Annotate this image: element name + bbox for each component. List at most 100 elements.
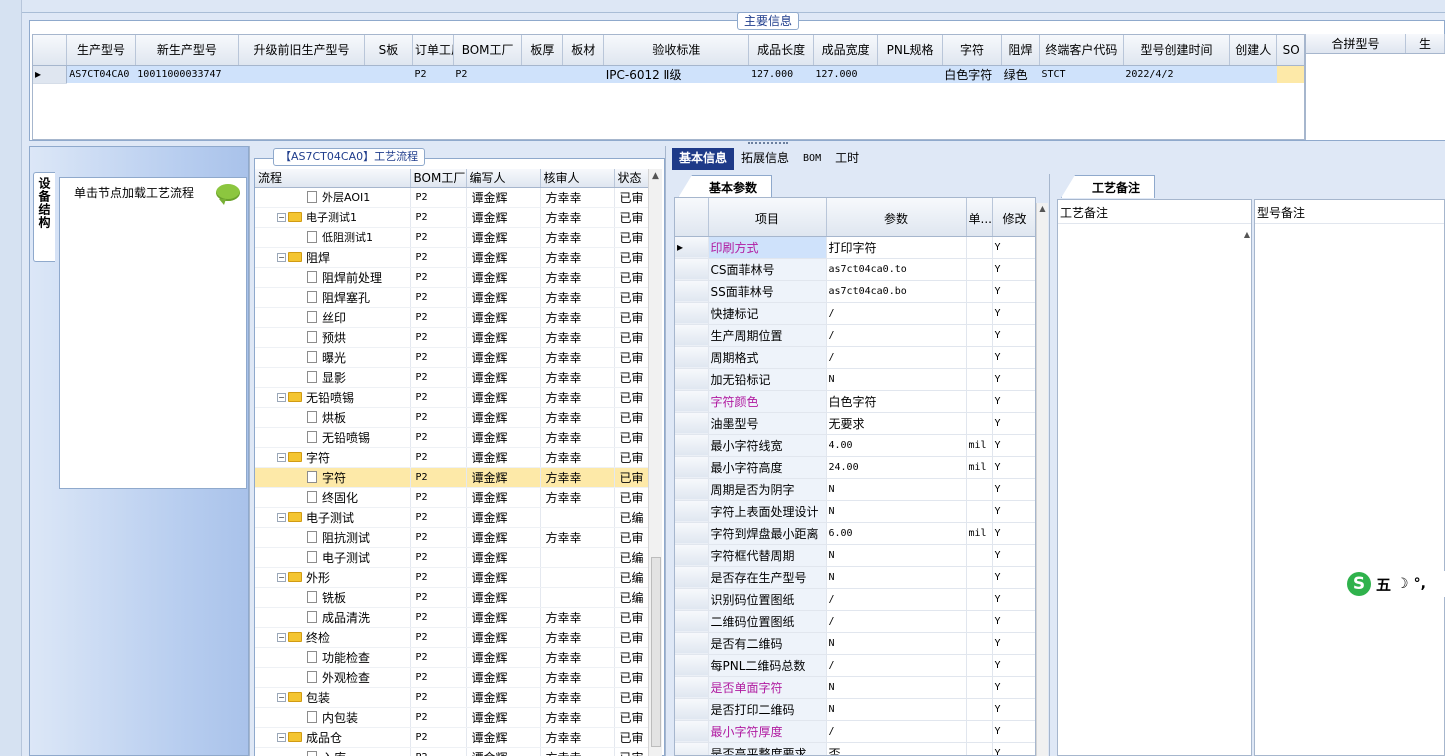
- collapse-toggle-icon[interactable]: −: [277, 632, 286, 642]
- flow-row[interactable]: 成品清洗 P2 谭金辉 方幸幸 已审: [255, 607, 648, 628]
- param-row[interactable]: 二维码位置图纸 / Y: [675, 610, 1035, 633]
- device-tree-area[interactable]: 单击节点加载工艺流程: [59, 177, 247, 489]
- param-value[interactable]: /: [826, 720, 967, 743]
- param-modify-flag[interactable]: Y: [992, 368, 1035, 391]
- param-value[interactable]: /: [826, 324, 967, 347]
- flow-row[interactable]: 字符 P2 谭金辉 方幸幸 已审: [255, 467, 648, 488]
- row-header[interactable]: [675, 280, 709, 303]
- main-col-header[interactable]: 字符: [942, 35, 1003, 66]
- row-header[interactable]: [675, 346, 709, 369]
- param-value[interactable]: 白色字符: [826, 390, 967, 413]
- main-col-header[interactable]: 板厚: [521, 35, 564, 66]
- main-col-header[interactable]: PNL规格: [877, 35, 943, 66]
- param-row[interactable]: ▸ 印刷方式 打印字符 Y: [675, 236, 1035, 259]
- params-col-header[interactable]: 参数: [826, 198, 967, 237]
- merge-col-header[interactable]: 合拼型号: [1306, 34, 1406, 53]
- main-cell[interactable]: [877, 65, 943, 83]
- main-cell[interactable]: STCT: [1039, 65, 1124, 83]
- flow-row[interactable]: 显影 P2 谭金辉 方幸幸 已审: [255, 367, 648, 388]
- row-header[interactable]: [675, 720, 709, 743]
- flow-row[interactable]: − 电子测试1 P2 谭金辉 方幸幸 已审: [255, 207, 648, 228]
- param-modify-flag[interactable]: Y: [992, 500, 1035, 523]
- param-modify-flag[interactable]: Y: [992, 544, 1035, 567]
- param-value[interactable]: 6.00: [826, 522, 967, 545]
- main-cell[interactable]: 白色字符: [942, 65, 1002, 83]
- device-structure-tab[interactable]: 设备结构: [33, 172, 55, 262]
- row-header[interactable]: [675, 500, 709, 523]
- flow-row[interactable]: − 终检 P2 谭金辉 方幸幸 已审: [255, 627, 648, 648]
- param-modify-flag[interactable]: Y: [992, 654, 1035, 677]
- collapse-toggle-icon[interactable]: −: [277, 212, 286, 222]
- main-cell[interactable]: AS7CT04CA0: [66, 65, 136, 83]
- punctuation-mode-label[interactable]: °,: [1414, 576, 1426, 592]
- flow-col-header[interactable]: 状态: [614, 169, 648, 188]
- process-flow-grid[interactable]: 流程 BOM工厂 编写人 核审人 状态 外层AOI1 P2 谭金辉 方幸幸 已审 − 电子测试1 P2…: [255, 169, 648, 756]
- flow-row[interactable]: 阻焊塞孔 P2 谭金辉 方幸幸 已审: [255, 287, 648, 308]
- param-value[interactable]: 4.00: [826, 434, 967, 457]
- param-modify-flag[interactable]: Y: [992, 632, 1035, 655]
- params-col-header[interactable]: 修改: [992, 198, 1035, 237]
- flow-row[interactable]: − 电子测试 P2 谭金辉 已编: [255, 507, 648, 528]
- param-modify-flag[interactable]: Y: [992, 456, 1035, 479]
- main-col-header[interactable]: SO: [1276, 35, 1304, 66]
- param-value[interactable]: N: [826, 500, 967, 523]
- param-modify-flag[interactable]: Y: [992, 676, 1035, 699]
- row-header[interactable]: [675, 742, 709, 755]
- row-header[interactable]: [675, 698, 709, 721]
- param-modify-flag[interactable]: Y: [992, 324, 1035, 347]
- process-remark-area[interactable]: 工艺备注 ▲: [1057, 199, 1252, 756]
- param-modify-flag[interactable]: Y: [992, 236, 1035, 259]
- main-col-header[interactable]: 成品长度: [748, 35, 814, 66]
- param-modify-flag[interactable]: Y: [992, 610, 1035, 633]
- main-col-header[interactable]: 生产型号: [66, 35, 136, 66]
- param-row[interactable]: 加无铅标记 N Y: [675, 368, 1035, 391]
- main-cell[interactable]: [1229, 65, 1277, 83]
- main-cell[interactable]: [562, 65, 604, 83]
- param-modify-flag[interactable]: Y: [992, 390, 1035, 413]
- flow-row[interactable]: − 成品仓 P2 谭金辉 方幸幸 已审: [255, 727, 648, 748]
- flow-row[interactable]: 无铅喷锡 P2 谭金辉 方幸幸 已审: [255, 427, 648, 448]
- basic-params-tab[interactable]: 基本参数: [678, 175, 773, 198]
- params-col-header[interactable]: 单...: [966, 198, 993, 237]
- param-modify-flag[interactable]: Y: [992, 566, 1035, 589]
- param-row[interactable]: 是否存在生产型号 N Y: [675, 566, 1035, 589]
- row-header[interactable]: [675, 258, 709, 281]
- param-modify-flag[interactable]: Y: [992, 412, 1035, 435]
- main-col-header[interactable]: 订单工厂: [412, 35, 454, 66]
- main-cell[interactable]: 10011000033747: [135, 65, 239, 83]
- param-value[interactable]: 打印字符: [826, 236, 967, 259]
- main-grid-selected-row[interactable]: ▸ AS7CT04CA0 10011000033747 P2 P2 IPC-6012 Ⅱ级…: [33, 65, 1304, 84]
- param-value[interactable]: 无要求: [826, 412, 967, 435]
- flow-col-header[interactable]: BOM工厂: [410, 169, 467, 188]
- flow-row[interactable]: − 外形 P2 谭金辉 已编: [255, 567, 648, 588]
- flow-row[interactable]: − 无铅喷锡 P2 谭金辉 方幸幸 已审: [255, 387, 648, 408]
- param-row[interactable]: 是否有二维码 N Y: [675, 632, 1035, 655]
- main-cell[interactable]: 绿色: [1001, 65, 1040, 83]
- collapse-toggle-icon[interactable]: −: [277, 692, 286, 702]
- flow-row[interactable]: 内包装 P2 谭金辉 方幸幸 已审: [255, 707, 648, 728]
- params-col-header[interactable]: 项目: [708, 198, 827, 237]
- main-cell[interactable]: 127.000: [748, 65, 814, 83]
- row-header[interactable]: [675, 676, 709, 699]
- main-cell[interactable]: [521, 65, 563, 83]
- basic-params-grid[interactable]: 项目 参数 单... 修改 ▸ 印刷方式 打印字符 Y CS面菲林号 as7ct04ca0.to…: [674, 197, 1036, 756]
- row-header[interactable]: [675, 566, 709, 589]
- speech-bubble-icon[interactable]: [216, 184, 240, 205]
- param-value[interactable]: N: [826, 478, 967, 501]
- param-row[interactable]: 最小字符线宽 4.00 mil Y: [675, 434, 1035, 457]
- flow-row[interactable]: 外观检查 P2 谭金辉 方幸幸 已审: [255, 667, 648, 688]
- param-modify-flag[interactable]: Y: [992, 588, 1035, 611]
- main-col-header[interactable]: 创建人: [1229, 35, 1278, 66]
- row-header[interactable]: [675, 588, 709, 611]
- flow-row[interactable]: 阻焊前处理 P2 谭金辉 方幸幸 已审: [255, 267, 648, 288]
- main-cell[interactable]: [364, 65, 413, 83]
- row-header[interactable]: [675, 478, 709, 501]
- main-cell[interactable]: P2: [412, 65, 454, 83]
- param-value[interactable]: N: [826, 698, 967, 721]
- detail-tab[interactable]: 基本信息: [672, 148, 735, 170]
- row-header[interactable]: [675, 390, 709, 413]
- param-modify-flag[interactable]: Y: [992, 258, 1035, 281]
- main-col-header[interactable]: 型号创建时间: [1123, 35, 1231, 66]
- row-header[interactable]: [675, 610, 709, 633]
- flow-row[interactable]: 电子测试 P2 谭金辉 已编: [255, 547, 648, 568]
